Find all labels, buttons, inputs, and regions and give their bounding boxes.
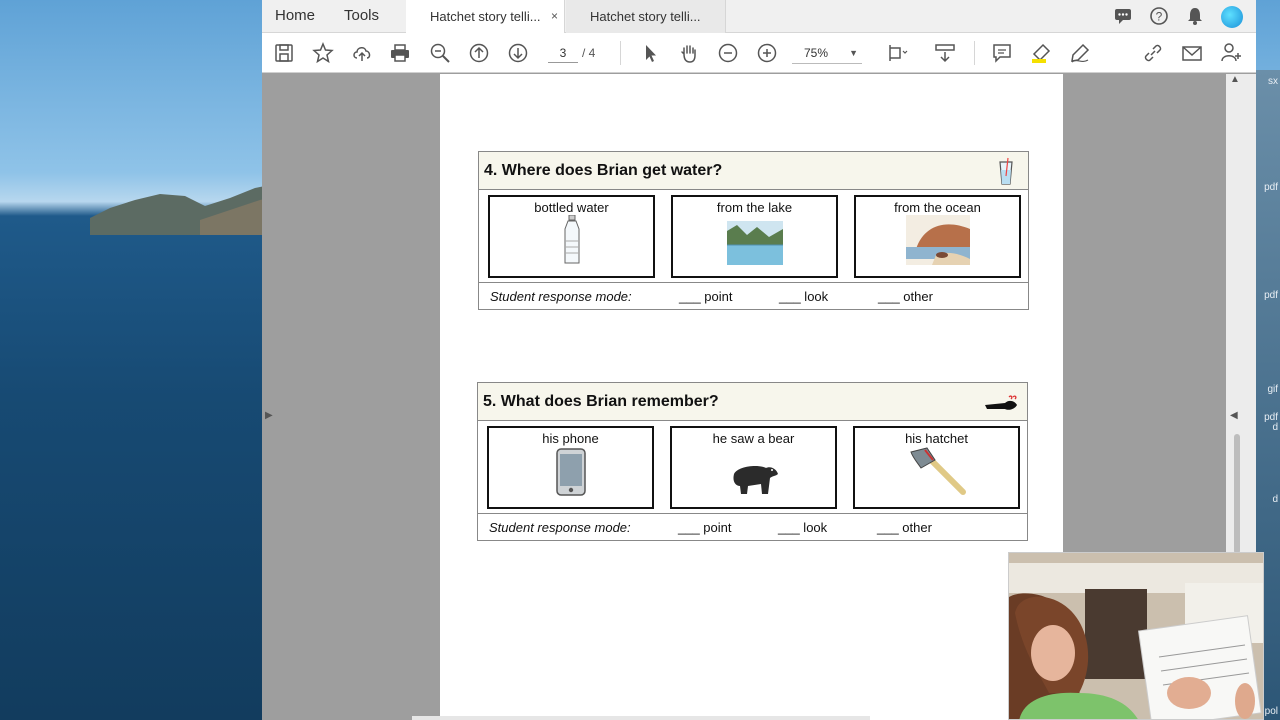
notifications-bell-icon[interactable] — [1185, 6, 1205, 26]
desktop-file-label[interactable]: pdf — [1264, 290, 1278, 301]
response-option-point[interactable]: ___ point — [679, 283, 733, 311]
response-mode-label: Student response mode: — [490, 289, 632, 304]
print-icon[interactable] — [389, 42, 411, 64]
lake-picture-icon — [726, 221, 783, 270]
tab-document-active[interactable]: Hatchet story telli... × — [406, 0, 565, 33]
webcam-video-feed — [1009, 553, 1263, 719]
svg-text:?: ? — [1156, 10, 1163, 24]
page-number-input[interactable]: 3 — [548, 43, 578, 63]
question-title: 4. Where does Brian get water? — [479, 152, 1028, 190]
desktop-file-label[interactable]: d — [1272, 422, 1278, 433]
response-mode-row: Student response mode: ___ point ___ loo… — [478, 513, 1027, 541]
question-title-text: 5. What does Brian remember? — [483, 393, 719, 410]
water-bottle-icon — [562, 214, 582, 270]
desktop-file-label[interactable]: gif — [1267, 384, 1278, 395]
close-tab-icon[interactable]: × — [551, 0, 558, 33]
question-card: 5. What does Brian remember? his phone h… — [477, 382, 1028, 541]
answer-choice[interactable]: his phone — [487, 426, 654, 509]
toolbar-divider — [620, 41, 621, 65]
choice-label: from the lake — [716, 200, 793, 215]
left-panel-toggle-icon[interactable]: ▶ — [265, 410, 273, 421]
desktop-file-label[interactable]: sx — [1268, 76, 1278, 87]
response-mode-label: Student response mode: — [489, 520, 631, 535]
response-mode-row: Student response mode: ___ point ___ loo… — [479, 282, 1028, 310]
add-comment-icon[interactable] — [991, 42, 1013, 64]
glass-of-water-icon — [992, 156, 1020, 186]
help-icon[interactable]: ? — [1149, 6, 1169, 26]
choice-label: bottled water — [534, 200, 609, 215]
response-option-other[interactable]: ___ other — [877, 514, 932, 542]
desktop-file-label[interactable]: pdf — [1264, 182, 1278, 193]
nav-tools[interactable]: Tools — [344, 0, 379, 33]
email-icon[interactable] — [1181, 42, 1203, 64]
answer-choice[interactable]: he saw a bear — [670, 426, 837, 509]
previous-page-icon[interactable] — [468, 42, 490, 64]
answer-choice[interactable]: from the ocean — [854, 195, 1021, 278]
draw-pen-icon[interactable] — [1069, 42, 1091, 64]
answer-choice[interactable]: bottled water — [488, 195, 655, 278]
desktop-file-label[interactable]: pol — [1265, 706, 1278, 717]
island-silhouette — [90, 182, 290, 235]
tab-document[interactable]: Hatchet story telli... — [566, 0, 726, 33]
response-option-look[interactable]: ___ look — [779, 283, 828, 311]
page-total: / 4 — [582, 46, 596, 60]
hand-pan-icon[interactable] — [678, 42, 700, 64]
zoom-in-icon[interactable] — [756, 42, 778, 64]
zoom-level-select[interactable]: 75% ▼ — [792, 42, 862, 64]
page-fit-icon[interactable] — [886, 42, 908, 64]
highlight-pen-icon[interactable] — [1030, 42, 1052, 64]
remember-finger-icon — [983, 387, 1023, 417]
chevron-down-icon: ▼ — [849, 48, 858, 58]
question-card: 4. Where does Brian get water? bottled w… — [478, 151, 1029, 310]
ocean-picture-icon — [905, 215, 970, 270]
question-title: 5. What does Brian remember? — [478, 383, 1027, 421]
right-panel-toggle-icon[interactable]: ◀ — [1230, 410, 1238, 421]
toolbar: 3 / 4 75% ▼ — [262, 33, 1256, 73]
upload-cloud-icon[interactable] — [351, 42, 373, 64]
bookmark-star-icon[interactable] — [312, 42, 334, 64]
hatchet-icon — [905, 446, 969, 501]
zoom-out-icon[interactable] — [717, 42, 739, 64]
scroll-thumb[interactable] — [1234, 434, 1240, 554]
webcam-overlay — [1008, 552, 1264, 720]
question-title-text: 4. Where does Brian get water? — [484, 162, 723, 179]
choice-label: his hatchet — [905, 431, 968, 446]
response-option-point[interactable]: ___ point — [678, 514, 732, 542]
response-option-look[interactable]: ___ look — [778, 514, 827, 542]
scroll-up-icon[interactable]: ▲ — [1230, 74, 1240, 85]
desktop-file-label[interactable]: d — [1272, 494, 1278, 505]
account-avatar[interactable] — [1221, 6, 1243, 28]
select-cursor-icon[interactable] — [639, 42, 661, 64]
link-share-icon[interactable] — [1142, 42, 1164, 64]
floating-page-controls[interactable] — [412, 716, 870, 720]
next-page-icon[interactable] — [507, 42, 529, 64]
add-person-icon[interactable] — [1220, 42, 1242, 64]
answer-choice[interactable]: from the lake — [671, 195, 838, 278]
answer-choice[interactable]: his hatchet — [853, 426, 1020, 509]
scroll-mode-icon[interactable] — [934, 42, 956, 64]
choice-label: he saw a bear — [712, 431, 795, 446]
tab-label: Hatchet story telli... — [590, 9, 701, 24]
save-icon[interactable] — [273, 42, 295, 64]
nav-home[interactable]: Home — [275, 0, 315, 33]
toolbar-divider — [974, 41, 975, 65]
tab-label: Hatchet story telli... — [430, 9, 541, 24]
zoom-value: 75% — [804, 46, 829, 60]
bear-icon — [728, 460, 780, 501]
response-option-other[interactable]: ___ other — [878, 283, 933, 311]
comments-icon[interactable] — [1113, 6, 1133, 26]
tab-bar: Home Tools Hatchet story telli... × Hatc… — [262, 0, 1256, 33]
pdf-page: 4. Where does Brian get water? bottled w… — [440, 74, 1063, 720]
phone-icon — [555, 448, 586, 501]
choice-label: from the ocean — [894, 200, 981, 215]
choice-label: his phone — [542, 431, 599, 446]
zoom-out-magnifier-icon[interactable] — [429, 42, 451, 64]
